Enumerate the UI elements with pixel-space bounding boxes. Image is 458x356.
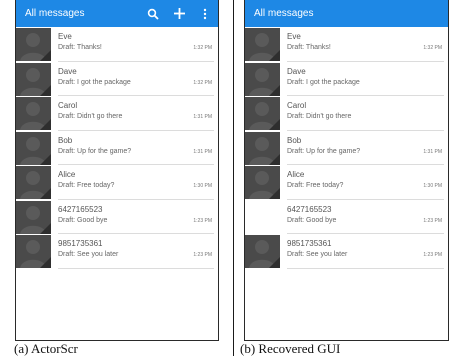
contact-name: 6427165523 xyxy=(58,204,103,214)
divider-line xyxy=(233,0,234,356)
avatar xyxy=(245,62,280,96)
message-list: Eve Draft: Thanks! 1:32 PM Dave Draft: I got… xyxy=(16,27,218,269)
draft-preview: Draft: See you later xyxy=(58,251,119,258)
draft-preview: Draft: Good bye xyxy=(287,216,337,224)
app-bar-title: All messages xyxy=(25,8,85,19)
list-item[interactable]: Eve Draft: Thanks! 1:32 PM xyxy=(245,27,448,62)
draft-preview: Draft: Didn't go there xyxy=(287,113,352,120)
list-item[interactable]: 9851735361 Draft: See you later 1:23 PM xyxy=(245,234,448,269)
draft-preview: Draft: Thanks! xyxy=(287,44,331,51)
avatar xyxy=(16,97,51,130)
list-item[interactable]: Eve Draft: Thanks! 1:32 PM xyxy=(16,27,218,62)
avatar xyxy=(245,201,280,234)
app-bar-actions xyxy=(146,0,212,27)
caption-right: (b) Recovered GUI xyxy=(240,341,341,356)
timestamp: 1:32 PM xyxy=(193,79,212,86)
left-screen: All messages Eve Draft: Thanks! 1:32 PM Dav… xyxy=(15,0,219,341)
list-item[interactable]: Carol Draft: Didn't go there 1:31 PM xyxy=(16,96,218,131)
timestamp: 1:30 PM xyxy=(423,183,442,189)
app-bar-title: All messages xyxy=(254,8,314,19)
avatar xyxy=(16,62,51,96)
draft-preview: Draft: Up for the game? xyxy=(58,147,132,155)
contact-name: 9851735361 xyxy=(58,239,103,248)
avatar xyxy=(245,97,280,130)
draft-preview: Draft: Free today? xyxy=(58,182,115,189)
draft-preview: Draft: Free today? xyxy=(287,182,344,189)
search-icon[interactable] xyxy=(146,7,160,21)
list-item[interactable]: Carol Draft: Didn't go there xyxy=(245,96,448,131)
list-item[interactable]: Alice Draft: Free today? 1:30 PM xyxy=(16,165,218,200)
draft-preview: Draft: Good bye xyxy=(58,216,108,224)
app-bar: All messages xyxy=(16,0,218,27)
timestamp: 1:31 PM xyxy=(193,148,212,155)
draft-preview: Draft: See you later xyxy=(287,251,348,258)
list-item[interactable]: Bob Draft: Up for the game? 1:31 PM xyxy=(16,131,218,165)
draft-preview: Draft: Up for the game? xyxy=(287,147,361,155)
right-screen: All messages Eve Draft: Thanks! 1:32 PM Dav… xyxy=(244,0,449,341)
avatar xyxy=(16,166,51,199)
timestamp: 1:32 PM xyxy=(423,45,442,51)
contact-name: Eve xyxy=(58,32,72,41)
avatar xyxy=(16,131,51,165)
list-item[interactable]: Alice Draft: Free today? 1:30 PM xyxy=(245,165,448,200)
draft-preview: Draft: Didn't go there xyxy=(58,113,123,120)
row-divider xyxy=(287,267,444,269)
timestamp: 1:32 PM xyxy=(193,45,212,51)
more-vert-icon[interactable] xyxy=(198,7,212,21)
caption-left: (a) ActorScr xyxy=(14,341,78,356)
timestamp: 1:31 PM xyxy=(423,148,442,155)
contact-name: Carol xyxy=(58,101,78,110)
message-list: Eve Draft: Thanks! 1:32 PM Dave Draft: I got… xyxy=(245,27,448,269)
contact-name: Alice xyxy=(287,170,305,179)
timestamp: 1:23 PM xyxy=(423,217,442,224)
contact-name: 9851735361 xyxy=(287,239,332,248)
contact-name: Dave xyxy=(287,66,306,76)
avatar xyxy=(16,235,51,268)
list-item[interactable]: Bob Draft: Up for the game? 1:31 PM xyxy=(245,131,448,165)
list-item[interactable]: 6427165523 Draft: Good bye 1:23 PM xyxy=(16,200,218,234)
app-bar: All messages xyxy=(245,0,448,27)
list-item[interactable]: 9851735361 Draft: See you later 1:23 PM xyxy=(16,234,218,269)
contact-name: Alice xyxy=(58,170,76,179)
contact-name: Bob xyxy=(287,135,302,145)
avatar xyxy=(245,28,280,61)
timestamp: 1:23 PM xyxy=(193,217,212,224)
list-item[interactable]: Dave Draft: I got the package 1:32 PM xyxy=(16,62,218,96)
avatar xyxy=(245,235,280,268)
list-item[interactable]: Dave Draft: I got the package xyxy=(245,62,448,96)
timestamp: 1:31 PM xyxy=(193,114,212,120)
draft-preview: Draft: I got the package xyxy=(58,78,131,86)
plus-icon[interactable] xyxy=(172,7,186,21)
avatar xyxy=(245,166,280,199)
row-divider xyxy=(58,267,214,269)
avatar xyxy=(16,200,51,234)
contact-name: Carol xyxy=(287,101,307,110)
timestamp: 1:23 PM xyxy=(193,252,212,258)
contact-name: Bob xyxy=(58,135,73,145)
contact-name: 6427165523 xyxy=(287,204,332,214)
list-item[interactable]: 6427165523 Draft: Good bye 1:23 PM xyxy=(245,200,448,234)
avatar xyxy=(16,28,51,61)
avatar xyxy=(245,131,280,165)
contact-name: Eve xyxy=(287,32,301,41)
draft-preview: Draft: Thanks! xyxy=(58,44,102,51)
draft-preview: Draft: I got the package xyxy=(287,78,360,86)
timestamp: 1:23 PM xyxy=(423,252,442,258)
timestamp: 1:30 PM xyxy=(193,183,212,189)
contact-name: Dave xyxy=(58,66,77,76)
